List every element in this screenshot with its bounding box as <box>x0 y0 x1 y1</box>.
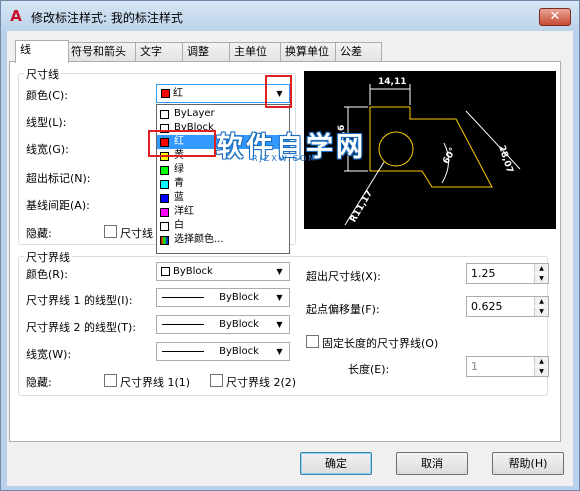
ext-linetype2-label: 尺寸界线 2 的线型(T): <box>26 321 136 334</box>
dialog-title: 修改标注样式: 我的标注样式 <box>31 11 183 25</box>
color-swatch-icon <box>161 267 170 276</box>
spin-down-icon[interactable]: ▼ <box>534 367 548 376</box>
preview-dim-top: 14,11 <box>378 77 406 87</box>
tab-primary-units[interactable]: 主单位 <box>229 42 281 61</box>
dim-baseline-spacing-label: 基线间距(A): <box>26 199 90 212</box>
ext-linetype1-label: 尺寸界线 1 的线型(I): <box>26 294 133 307</box>
color-swatch-icon <box>160 222 169 231</box>
spin-down-icon[interactable]: ▼ <box>534 274 548 283</box>
watermark-subtext: RJZXW.COM <box>252 154 318 163</box>
tab-symbols-arrows[interactable]: 符号和箭头 <box>66 42 136 61</box>
color-option-magenta[interactable]: 洋红 <box>157 205 289 219</box>
close-button[interactable]: ✕ <box>539 8 571 26</box>
color-swatch-icon <box>160 110 169 119</box>
offset-label: 起点偏移量(F): <box>306 303 380 316</box>
ext-color-select[interactable]: ByBlock ▼ <box>156 262 290 281</box>
dim-linetype-label: 线型(L): <box>26 116 67 129</box>
extend-beyond-label: 超出尺寸线(X): <box>306 270 381 283</box>
line-preview <box>162 297 204 298</box>
ext-linetype2-select[interactable]: ByBlock ▼ <box>156 315 290 334</box>
suppress-ext-1-label: 尺寸界线 1(1) <box>120 376 191 389</box>
ext-linetype1-select[interactable]: ByBlock ▼ <box>156 288 290 307</box>
color-option-green[interactable]: 绿 <box>157 163 289 177</box>
color-option-blue[interactable]: 蓝 <box>157 191 289 205</box>
spin-up-icon[interactable]: ▲ <box>534 264 548 273</box>
chevron-down-icon[interactable]: ▼ <box>272 344 287 359</box>
suppress-ext-1-checkbox[interactable] <box>104 374 117 387</box>
ext-lineweight-select[interactable]: ByBlock ▼ <box>156 342 290 361</box>
fixed-length-label: 固定长度的尺寸界线(O) <box>322 337 439 350</box>
dim-color-label: 颜色(C): <box>26 89 68 102</box>
color-swatch-icon <box>160 194 169 203</box>
chevron-down-icon[interactable]: ▼ <box>272 290 287 305</box>
dim-suppress-label: 隐藏: <box>26 227 52 240</box>
suppress-ext-2-label: 尺寸界线 2(2) <box>226 376 297 389</box>
tab-fit[interactable]: 调整 <box>182 42 230 61</box>
color-option-bylayer[interactable]: ByLayer <box>157 107 289 121</box>
line-preview <box>162 324 204 325</box>
spin-down-icon[interactable]: ▼ <box>534 307 548 316</box>
offset-spinner[interactable]: 0.625 ▲ ▼ <box>466 296 549 317</box>
line-preview <box>162 351 204 352</box>
tab-lines[interactable]: 线 <box>15 40 69 63</box>
dimension-lines-legend: 尺寸线 <box>24 66 61 82</box>
color-swatch-icon <box>160 180 169 189</box>
color-swatch-icon <box>160 208 169 217</box>
highlight-box-red-option <box>148 130 216 157</box>
color-option-white[interactable]: 白 <box>157 219 289 233</box>
ok-button[interactable]: 确定 <box>300 452 372 475</box>
tab-text[interactable]: 文字 <box>135 42 183 61</box>
tab-alternate-units[interactable]: 换算单位 <box>280 42 336 61</box>
length-spinner[interactable]: 1 ▲ ▼ <box>466 356 549 377</box>
help-button[interactable]: 帮助(H) <box>492 452 564 475</box>
tab-tolerances[interactable]: 公差 <box>335 42 382 61</box>
color-swatch-icon <box>160 166 169 175</box>
dim-color-value: 红 <box>173 88 183 99</box>
fixed-length-checkbox[interactable] <box>306 335 319 348</box>
highlight-box-arrow <box>265 75 292 108</box>
preview-dim-angle: 60° <box>441 146 458 166</box>
dim-extend-ticks-label: 超出标记(N): <box>26 172 91 185</box>
ext-suppress-label: 隐藏: <box>26 376 52 389</box>
chevron-down-icon[interactable]: ▼ <box>272 264 287 279</box>
color-wheel-icon <box>160 236 169 245</box>
extension-lines-legend: 尺寸界线 <box>24 249 72 265</box>
color-option-select-color[interactable]: 选择颜色... <box>157 233 289 247</box>
red-swatch-icon <box>161 89 170 98</box>
cancel-button[interactable]: 取消 <box>396 452 468 475</box>
title-bar: A 修改标注样式: 我的标注样式 ✕ <box>1 1 579 31</box>
spin-up-icon[interactable]: ▲ <box>534 357 548 366</box>
suppress-ext-2-checkbox[interactable] <box>210 374 223 387</box>
suppress-dim-line-1-checkbox[interactable] <box>104 225 117 238</box>
autocad-logo-icon: A <box>10 7 22 25</box>
length-label: 长度(E): <box>348 363 390 376</box>
ext-lineweight-label: 线宽(W): <box>26 348 72 361</box>
color-option-cyan[interactable]: 青 <box>157 177 289 191</box>
preview-dim-radius: R11,17 <box>349 189 375 225</box>
extend-beyond-spinner[interactable]: 1.25 ▲ ▼ <box>466 263 549 284</box>
suppress-dim-line-1-label: 尺寸线 <box>120 227 153 240</box>
chevron-down-icon[interactable]: ▼ <box>272 317 287 332</box>
dim-lineweight-label: 线宽(G): <box>26 143 69 156</box>
spin-up-icon[interactable]: ▲ <box>534 297 548 306</box>
ext-color-label: 颜色(R): <box>26 268 68 281</box>
